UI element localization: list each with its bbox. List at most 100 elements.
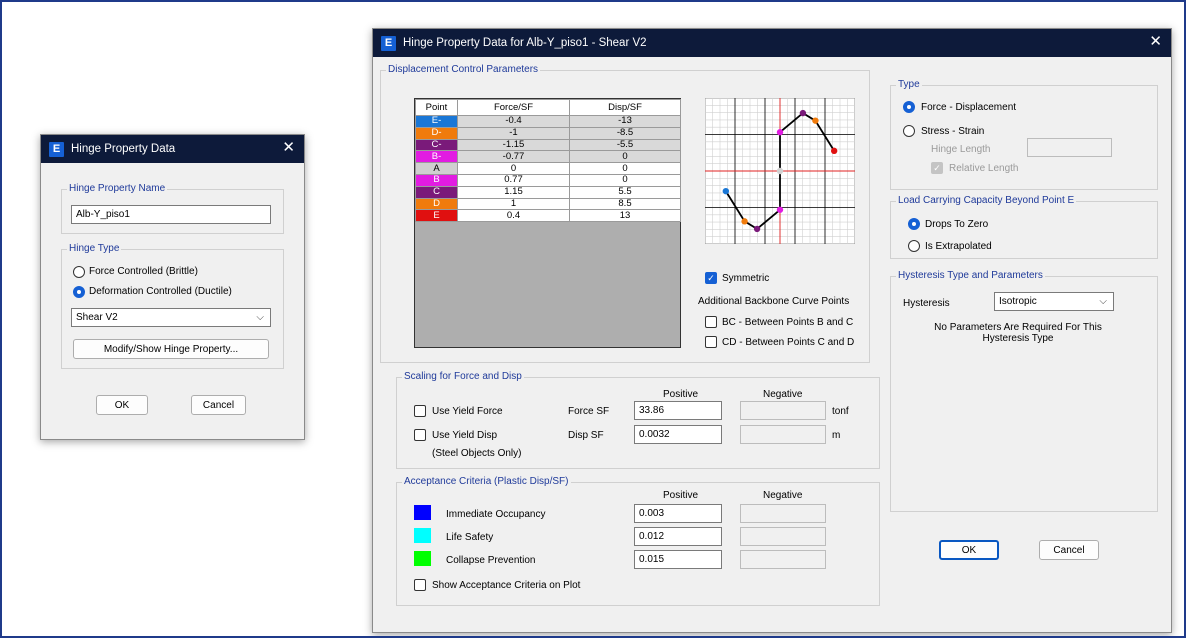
relative-length-checkbox[interactable]: ✓ bbox=[931, 162, 943, 174]
backbone-point bbox=[776, 167, 784, 175]
relative-length-label: Relative Length bbox=[949, 163, 1019, 174]
symmetric-checkbox[interactable]: ✓ bbox=[705, 272, 717, 284]
group-label: Scaling for Force and Disp bbox=[402, 371, 524, 382]
io-negative-input[interactable] bbox=[740, 504, 826, 523]
hysteresis-note: No Parameters Are Required For This Hyst… bbox=[934, 322, 1102, 344]
force-cell[interactable]: 0 bbox=[457, 162, 570, 175]
force-controlled-label: Force Controlled (Brittle) bbox=[89, 266, 198, 277]
disp-cell[interactable]: 0 bbox=[569, 173, 681, 187]
hinge-length-input[interactable] bbox=[1027, 138, 1112, 157]
is-extrapolated-radio[interactable] bbox=[908, 240, 920, 252]
point-cell: C- bbox=[415, 138, 458, 152]
table-row[interactable]: D 1 8.5 bbox=[415, 197, 681, 211]
table-row[interactable]: D- -1 -8.5 bbox=[415, 126, 681, 140]
bc-points-checkbox[interactable] bbox=[705, 316, 717, 328]
force-unit: tonf bbox=[832, 406, 849, 417]
hysteresis-select[interactable]: Isotropic ⌵ bbox=[994, 292, 1114, 311]
backbone-point bbox=[741, 218, 748, 225]
force-cell[interactable]: 1 bbox=[457, 197, 570, 211]
positive-header: Positive bbox=[663, 490, 699, 501]
hinge-property-dialog: E Hinge Property Data ✕ Hinge Property N… bbox=[40, 134, 305, 440]
disp-cell[interactable]: -8.5 bbox=[569, 126, 681, 140]
cp-positive-input[interactable]: 0.015 bbox=[634, 550, 722, 569]
force-displacement-label: Force - Displacement bbox=[921, 102, 1017, 113]
close-icon[interactable]: ✕ bbox=[282, 140, 295, 155]
group-label: Acceptance Criteria (Plastic Disp/SF) bbox=[402, 476, 571, 487]
force-cell[interactable]: -0.77 bbox=[457, 150, 570, 164]
positive-header: Positive bbox=[663, 389, 699, 400]
force-cell[interactable]: -0.4 bbox=[457, 115, 570, 128]
table-row[interactable]: E 0.4 13 bbox=[415, 209, 681, 223]
table-row[interactable]: B- -0.77 0 bbox=[415, 150, 681, 164]
disp-sf-positive-input[interactable]: 0.0032 bbox=[634, 425, 722, 444]
point-cell: E- bbox=[415, 115, 458, 128]
disp-cell[interactable]: 0 bbox=[569, 150, 681, 164]
ls-negative-input[interactable] bbox=[740, 527, 826, 546]
force-cell[interactable]: -1 bbox=[457, 126, 570, 140]
force-cell[interactable]: -1.15 bbox=[457, 138, 570, 152]
app-e-icon: E bbox=[381, 35, 396, 51]
cp-negative-input[interactable] bbox=[740, 550, 826, 569]
force-cell[interactable]: 0.77 bbox=[457, 173, 570, 187]
ok-button[interactable]: OK bbox=[939, 540, 999, 560]
force-sf-negative-input[interactable] bbox=[740, 401, 826, 420]
stress-strain-radio[interactable] bbox=[903, 125, 915, 137]
symmetric-label: Symmetric bbox=[722, 273, 770, 284]
group-label: Load Carrying Capacity Beyond Point E bbox=[896, 195, 1077, 206]
use-yield-disp-checkbox[interactable] bbox=[414, 429, 426, 441]
disp-unit: m bbox=[832, 430, 841, 441]
chevron-down-icon: ⌵ bbox=[256, 312, 264, 323]
steel-only-label: (Steel Objects Only) bbox=[432, 448, 522, 459]
table-row[interactable]: E- -0.4 -13 bbox=[415, 115, 681, 128]
ok-button[interactable]: OK bbox=[96, 395, 148, 415]
group-label: Hysteresis Type and Parameters bbox=[896, 270, 1045, 281]
force-cell[interactable]: 1.15 bbox=[457, 185, 570, 199]
table-row[interactable]: B 0.77 0 bbox=[415, 173, 681, 187]
use-yield-force-checkbox[interactable] bbox=[414, 405, 426, 417]
cd-points-checkbox[interactable] bbox=[705, 336, 717, 348]
force-controlled-radio[interactable] bbox=[73, 266, 85, 278]
backbone-point bbox=[776, 129, 784, 136]
backbone-table[interactable]: Point Force/SF Disp/SF E- -0.4 -13 D- -1 -8.5… bbox=[414, 98, 681, 348]
io-positive-input[interactable]: 0.003 bbox=[634, 504, 722, 523]
cancel-button[interactable]: Cancel bbox=[1039, 540, 1099, 560]
hinge-name-input[interactable]: Alb-Y_piso1 bbox=[71, 205, 271, 224]
chevron-down-icon: ⌵ bbox=[1099, 296, 1107, 307]
disp-cell[interactable]: 13 bbox=[569, 209, 681, 223]
group-label: Displacement Control Parameters bbox=[386, 64, 541, 75]
point-cell: C bbox=[415, 185, 458, 199]
group-label: Hinge Property Name bbox=[67, 183, 168, 194]
table-row[interactable]: A00 bbox=[415, 162, 681, 175]
backbone-point bbox=[830, 147, 838, 155]
backbone-point bbox=[812, 117, 819, 124]
backbone-point bbox=[753, 225, 761, 233]
table-row[interactable]: C 1.15 5.5 bbox=[415, 185, 681, 199]
disp-cell[interactable]: 5.5 bbox=[569, 185, 681, 199]
force-displacement-radio[interactable] bbox=[903, 101, 915, 113]
hysteresis-label: Hysteresis bbox=[903, 298, 950, 309]
disp-cell[interactable]: 0 bbox=[569, 162, 681, 175]
dialog-title: Hinge Property Data bbox=[71, 143, 176, 155]
col-header-point: Point bbox=[415, 99, 458, 116]
cp-color-swatch[interactable] bbox=[414, 551, 431, 566]
io-color-swatch[interactable] bbox=[414, 505, 431, 520]
bc-points-label: BC - Between Points B and C bbox=[722, 317, 854, 328]
force-cell[interactable]: 0.4 bbox=[457, 209, 570, 223]
deformation-controlled-radio[interactable] bbox=[73, 286, 85, 298]
table-row[interactable]: C- -1.15 -5.5 bbox=[415, 138, 681, 152]
dof-select[interactable]: Shear V2 ⌵ bbox=[71, 308, 271, 327]
col-header-disp: Disp/SF bbox=[569, 99, 681, 116]
ls-positive-input[interactable]: 0.012 bbox=[634, 527, 722, 546]
disp-cell[interactable]: -5.5 bbox=[569, 138, 681, 152]
disp-cell[interactable]: 8.5 bbox=[569, 197, 681, 211]
disp-cell[interactable]: -13 bbox=[569, 115, 681, 128]
title-bar: E Hinge Property Data for Alb-Y_piso1 - … bbox=[373, 29, 1171, 57]
ls-color-swatch[interactable] bbox=[414, 528, 431, 543]
modify-hinge-button[interactable]: Modify/Show Hinge Property... bbox=[73, 339, 269, 359]
drops-to-zero-radio[interactable] bbox=[908, 218, 920, 230]
close-icon[interactable]: ✕ bbox=[1149, 34, 1162, 49]
cancel-button[interactable]: Cancel bbox=[191, 395, 246, 415]
force-sf-positive-input[interactable]: 33.86 bbox=[634, 401, 722, 420]
disp-sf-negative-input[interactable] bbox=[740, 425, 826, 444]
show-acceptance-checkbox[interactable] bbox=[414, 579, 426, 591]
